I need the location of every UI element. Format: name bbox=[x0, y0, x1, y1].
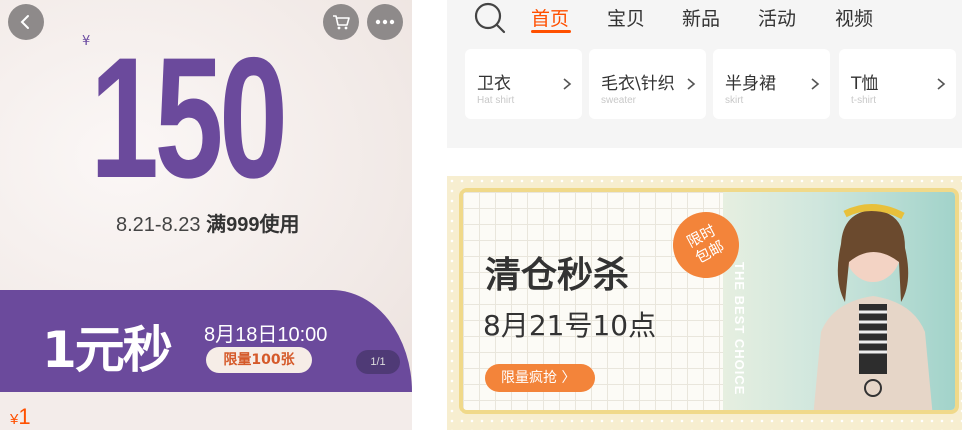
coupon-condition: 8.21-8.23 满999使用 bbox=[116, 208, 299, 237]
cart-icon bbox=[333, 15, 350, 30]
model-illustration bbox=[813, 204, 933, 410]
price-value: 1 bbox=[18, 404, 31, 429]
product-price: ¥1 bbox=[10, 404, 31, 430]
category-name: 毛衣\针织 bbox=[601, 74, 675, 94]
more-button[interactable] bbox=[367, 4, 403, 40]
category-subtitle: sweater bbox=[601, 95, 637, 106]
cart-button[interactable] bbox=[323, 4, 359, 40]
flash-sale-title: 1元秒 bbox=[42, 321, 173, 379]
shop-nav-bar: 首页 宝贝 新品 活动 视频 bbox=[447, 0, 962, 40]
chevron-right-icon bbox=[937, 78, 946, 90]
promo-card[interactable]: 清仓秒杀 8月21号10点 限量疯抢 〉 THE BEST CHOICE 限时 … bbox=[459, 188, 959, 414]
image-pager: 1/1 bbox=[356, 350, 400, 374]
search-icon bbox=[474, 2, 506, 34]
category-hoodie[interactable]: 卫衣 Hat shirt bbox=[465, 49, 582, 119]
category-name: 半身裙 bbox=[725, 74, 776, 94]
category-subtitle: Hat shirt bbox=[477, 95, 515, 106]
tab-new[interactable]: 新品 bbox=[682, 4, 720, 31]
chevron-right-icon bbox=[563, 78, 572, 90]
tab-videos[interactable]: 视频 bbox=[835, 4, 873, 31]
category-skirt[interactable]: 半身裙 skirt bbox=[713, 49, 830, 119]
shop-home: 首页 宝贝 新品 活动 视频 卫衣 Hat shirt 毛衣\针织 sweate… bbox=[447, 0, 962, 430]
section-divider bbox=[447, 148, 962, 176]
tab-home[interactable]: 首页 bbox=[531, 4, 569, 31]
more-icon bbox=[375, 19, 395, 25]
promo-title: 清仓秒杀 bbox=[485, 255, 630, 296]
promo-cta-button[interactable]: 限量疯抢 〉 bbox=[485, 364, 595, 392]
active-tab-indicator bbox=[531, 30, 571, 33]
category-tshirt[interactable]: T恤 t-shirt bbox=[839, 49, 956, 119]
category-subtitle: t-shirt bbox=[851, 95, 876, 106]
chevron-right-icon bbox=[687, 78, 696, 90]
tab-items[interactable]: 宝贝 bbox=[607, 4, 645, 31]
product-gallery[interactable]: ¥ 150 8.21-8.23 满999使用 1元秒 8月18日10:00 限量… bbox=[0, 0, 412, 430]
promo-banner[interactable]: 清仓秒杀 8月21号10点 限量疯抢 〉 THE BEST CHOICE 限时 … bbox=[447, 176, 962, 430]
tab-activities[interactable]: 活动 bbox=[758, 4, 796, 31]
category-name: T恤 bbox=[851, 74, 879, 94]
category-subtitle: skirt bbox=[725, 95, 744, 106]
chevron-right-icon bbox=[811, 78, 820, 90]
coupon-dates: 8.21-8.23 bbox=[116, 214, 201, 236]
category-sweater[interactable]: 毛衣\针织 sweater bbox=[589, 49, 706, 119]
model-photo: THE BEST CHOICE bbox=[723, 192, 955, 410]
category-name: 卫衣 bbox=[477, 74, 511, 94]
category-row: 卫衣 Hat shirt 毛衣\针织 sweater 半身裙 skirt T恤 … bbox=[447, 44, 962, 144]
promo-date: 8月21号10点 bbox=[483, 309, 657, 342]
flash-sale-limit: 限量100张 bbox=[206, 347, 312, 373]
flash-sale-time: 8月18日10:00 bbox=[204, 324, 328, 346]
back-button[interactable] bbox=[8, 4, 44, 40]
coupon-amount: 150 bbox=[90, 22, 288, 214]
coupon-rule: 满999使用 bbox=[206, 214, 300, 236]
promo-vertical-text: THE BEST CHOICE bbox=[732, 262, 747, 396]
search-button[interactable] bbox=[473, 1, 507, 35]
chevron-left-icon bbox=[20, 15, 29, 29]
